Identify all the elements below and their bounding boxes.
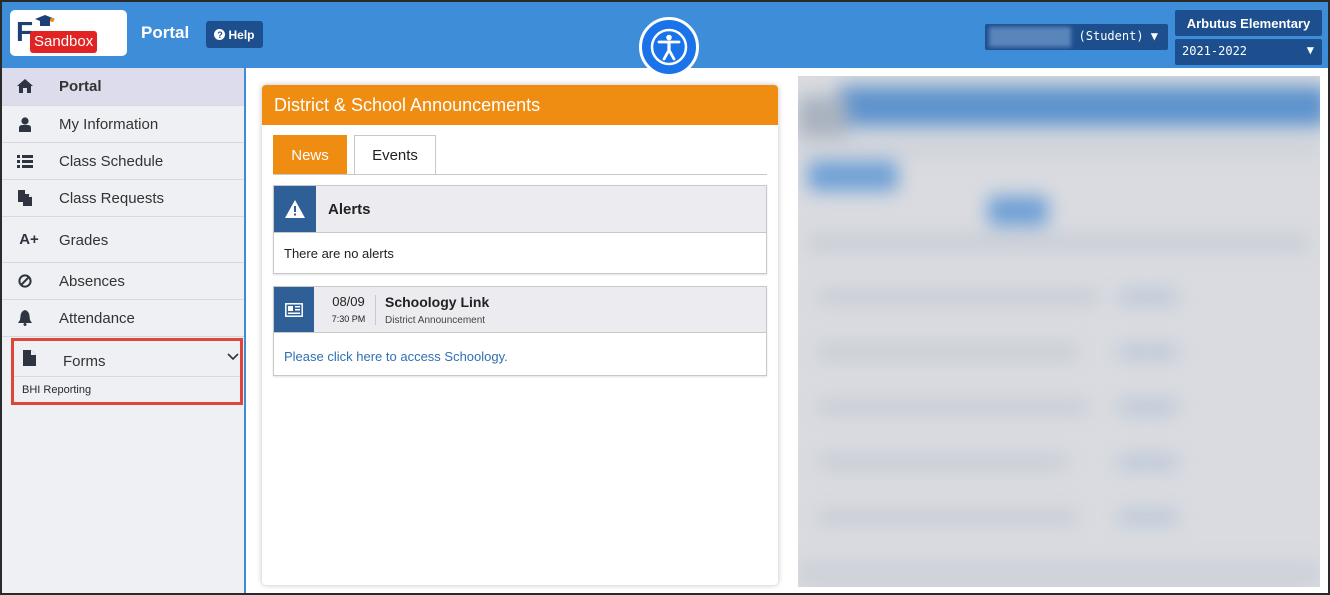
copy-icon: [16, 189, 34, 207]
news-time: 7:30 PM: [331, 314, 366, 324]
sidebar-item-label: Class Requests: [59, 190, 165, 207]
sidebar-item-class-schedule[interactable]: Class Schedule: [2, 143, 244, 180]
news-date: 08/09: [332, 294, 365, 309]
sidebar-item-label: Grades: [59, 232, 109, 249]
sidebar-item-label: Portal: [59, 78, 102, 95]
tabs-divider: [273, 174, 767, 175]
a-plus-icon: A+: [19, 230, 39, 248]
news-subtitle: District Announcement: [385, 315, 486, 326]
news-title: Schoology Link: [385, 294, 490, 310]
sidebar-item-label: Forms: [63, 353, 106, 370]
sidebar-item-label: Attendance: [59, 310, 135, 327]
question-circle-icon: ?: [214, 29, 226, 40]
ban-icon: [16, 272, 34, 290]
sidebar-item-grades[interactable]: A+ Grades: [2, 217, 244, 263]
card-title: District & School Announcements: [262, 85, 778, 125]
sidebar-item-label: My Information: [59, 116, 159, 133]
blurred-content: [798, 76, 1320, 587]
bell-icon: [16, 309, 34, 327]
news-item: 08/09 7:30 PM Schoology Link District An…: [273, 286, 767, 376]
sidebar-item-portal[interactable]: Portal: [2, 68, 244, 106]
student-selector[interactable]: (Student) ▼: [985, 24, 1168, 50]
list-icon: [16, 152, 34, 170]
tab-news[interactable]: News: [273, 135, 347, 174]
user-icon: [16, 115, 34, 133]
file-icon: [20, 349, 38, 367]
sidebar-item-forms[interactable]: Forms: [14, 341, 240, 377]
alerts-header: Alerts: [274, 186, 766, 233]
school-name-label[interactable]: Arbutus Elementary: [1175, 10, 1322, 36]
sidebar-item-label: Class Schedule: [59, 153, 164, 170]
sidebar-nav: Portal My Information Class Schedule Cla…: [2, 68, 246, 593]
news-item-header: 08/09 7:30 PM Schoology Link District An…: [274, 287, 766, 333]
chevron-down-icon[interactable]: [225, 349, 241, 365]
alerts-empty-message: There are no alerts: [284, 246, 394, 261]
alerts-title: Alerts: [328, 201, 371, 218]
school-year-value: 2021-2022: [1182, 44, 1248, 58]
portal-title: Portal: [141, 23, 190, 42]
forms-section: Forms BHI Reporting: [11, 338, 243, 405]
sidebar-item-my-information[interactable]: My Information: [2, 106, 244, 143]
newspaper-icon: [274, 287, 314, 332]
alerts-panel: Alerts There are no alerts: [273, 185, 767, 274]
chevron-down-icon: ▼: [1306, 43, 1314, 57]
focus-logo[interactable]: F Sandbox: [10, 10, 127, 56]
sandbox-badge: Sandbox: [30, 31, 98, 53]
student-name-redacted: [989, 27, 1071, 47]
app-window: F Sandbox Portal ? Help (Student) ▼ Arbu…: [0, 0, 1330, 595]
announcements-card: District & School Announcements News Eve…: [262, 85, 778, 585]
accessibility-button[interactable]: [639, 17, 699, 77]
home-icon: [16, 77, 34, 95]
help-button[interactable]: ? Help: [206, 21, 263, 48]
help-label: Help: [228, 27, 255, 42]
sidebar-item-label: Absences: [59, 273, 125, 290]
schoology-link[interactable]: Please click here to access Schoology.: [284, 349, 508, 364]
school-year-select[interactable]: 2021-2022 ▼: [1175, 39, 1322, 65]
divider: [375, 295, 376, 325]
student-role-label: (Student) ▼: [1078, 29, 1158, 43]
tab-events[interactable]: Events: [354, 135, 436, 174]
sidebar-item-class-requests[interactable]: Class Requests: [2, 180, 244, 217]
sidebar-item-absences[interactable]: Absences: [2, 263, 244, 300]
sidebar-item-attendance[interactable]: Attendance: [2, 300, 244, 337]
blurred-content-panel: [798, 76, 1320, 587]
graduation-cap-icon: [35, 15, 55, 26]
warning-icon: [274, 186, 316, 232]
accessibility-icon: [650, 28, 688, 66]
sidebar-subitem-bhi-reporting[interactable]: BHI Reporting: [22, 384, 91, 396]
